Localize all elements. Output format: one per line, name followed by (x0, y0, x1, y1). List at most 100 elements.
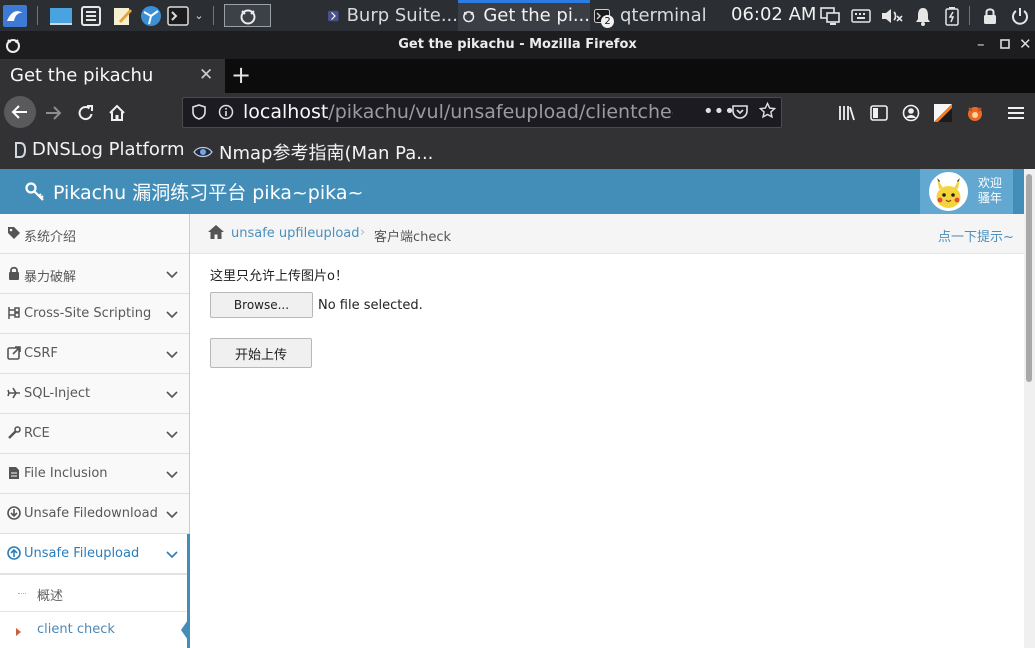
notification-bell-icon[interactable] (912, 4, 934, 27)
hint-link[interactable]: 点一下提示~ (938, 226, 1014, 245)
sidebar-item-label: Cross-Site Scripting (24, 306, 152, 321)
pikachu-avatar-icon (931, 174, 966, 209)
pocket-icon[interactable] (732, 104, 748, 123)
sidebar-subitem-client-check[interactable]: client check (0, 611, 190, 648)
sidebar-subitem-label: 概述 (37, 589, 64, 604)
lock-icon (7, 266, 21, 280)
upload-submit-button[interactable]: 开始上传 (210, 338, 312, 368)
nmap-eye-icon (193, 146, 213, 158)
scrollbar-thumb[interactable] (1026, 174, 1032, 382)
sidebar-item-intro[interactable]: 系统介绍 (0, 214, 189, 254)
minimize-icon[interactable]: – (977, 35, 985, 53)
new-tab-button[interactable]: + (231, 61, 251, 89)
wrench-icon (7, 426, 21, 440)
sidebar-item-file-inclusion[interactable]: File Inclusion (0, 454, 189, 494)
home-button[interactable] (104, 100, 130, 126)
site-brand[interactable]: Pikachu 漏洞练习平台 pika~pika~ (25, 178, 363, 205)
sidebar-item-rce[interactable]: RCE (0, 414, 189, 454)
tab-close-icon[interactable]: ✕ (199, 65, 213, 85)
extension-button-1[interactable] (930, 100, 956, 126)
breadcrumb-separator-icon: › (360, 225, 366, 240)
battery-icon[interactable] (942, 4, 962, 27)
caret-right-icon (16, 625, 22, 640)
bookmark-star-icon[interactable] (758, 101, 777, 123)
workspace-switcher-icon[interactable] (224, 4, 271, 27)
window-titlebar: Get the pikachu - Mozilla Firefox – ✕ (0, 31, 1035, 59)
sidebar-subitem-label: client check (37, 622, 115, 637)
file-status-text: No file selected. (318, 298, 423, 313)
task-label: qterminal (620, 5, 707, 26)
firefox-icon (463, 10, 475, 22)
web-page: Pikachu 漏洞练习平台 pika~pika~ 欢迎 骚年 系统介绍 暴力破… (0, 169, 1035, 648)
kali-menu-icon[interactable] (2, 4, 28, 27)
show-desktop-icon[interactable] (48, 4, 74, 27)
browser-icon[interactable] (138, 4, 164, 27)
navigation-bar: localhost/pikachu/vul/unsafeupload/clien… (0, 93, 1035, 132)
taskbar-task-burp[interactable]: Burp Suite... (324, 0, 458, 31)
user-greeting: 欢迎 骚年 (978, 176, 1002, 206)
extension-button-2[interactable] (962, 100, 988, 126)
reload-button[interactable] (73, 100, 99, 126)
network-icon[interactable] (818, 4, 842, 27)
user-menu[interactable]: 欢迎 骚年 (920, 169, 1013, 214)
site-header: Pikachu 漏洞练习平台 pika~pika~ 欢迎 骚年 (0, 169, 1024, 214)
sidebar-item-unsafe-fileupload[interactable]: Unsafe Fileupload (0, 534, 189, 574)
sidebar: 系统介绍 暴力破解 Cross-Site Scripting CSRF SQL-… (0, 214, 190, 648)
sidebar-item-csrf[interactable]: CSRF (0, 334, 189, 374)
url-bar[interactable]: localhost/pikachu/vul/unsafeupload/clien… (182, 97, 782, 128)
url-text[interactable]: localhost/pikachu/vul/unsafeupload/clien… (243, 101, 735, 123)
chevron-down-icon (166, 428, 178, 443)
upload-notice: 这里只允许上传图片o！ (210, 269, 348, 284)
back-button[interactable] (4, 96, 36, 128)
tracking-shield-icon[interactable] (192, 104, 206, 124)
bookmark-label: DNSLog Platform (32, 139, 185, 160)
power-icon[interactable] (1008, 4, 1032, 27)
share-icon (7, 346, 21, 360)
maximize-icon[interactable] (999, 36, 1011, 54)
sidebar-item-label: RCE (24, 426, 50, 441)
taskbar-task-firefox[interactable]: Get the pi... (458, 0, 590, 31)
window-title: Get the pikachu - Mozilla Firefox (398, 37, 637, 52)
plane-icon (7, 386, 21, 400)
brand-text: Pikachu 漏洞练习平台 pika~pika~ (53, 182, 364, 204)
sidebar-item-label: SQL-Inject (24, 386, 91, 401)
sidebar-toggle-button[interactable] (866, 100, 892, 126)
chevron-down-icon[interactable]: ⌄ (192, 4, 206, 27)
account-button[interactable] (898, 100, 924, 126)
tab-get-the-pikachu[interactable]: Get the pikachu ✕ (0, 59, 225, 93)
menu-button[interactable] (1003, 100, 1029, 126)
breadcrumb: unsafe upfileupload › 客户端check 点一下提示~ (190, 214, 1024, 254)
text-editor-icon[interactable] (110, 4, 134, 27)
bookmark-dnslog[interactable]: DNSLog Platform (14, 139, 185, 160)
home-icon[interactable] (207, 224, 225, 244)
forward-button[interactable] (40, 100, 66, 126)
file-icon (7, 466, 21, 480)
sidebar-item-xss[interactable]: Cross-Site Scripting (0, 294, 189, 334)
lock-screen-icon[interactable] (980, 4, 1000, 27)
qterminal-icon: 2 (594, 7, 614, 28)
bookmark-label: Nmap参考指南(Man Pa... (219, 143, 434, 164)
page-scrollbar[interactable] (1024, 169, 1035, 648)
bookmark-nmap[interactable]: Nmap参考指南(Man Pa... (193, 139, 433, 165)
close-window-icon[interactable]: ✕ (1019, 35, 1032, 53)
terminal-icon[interactable] (166, 4, 190, 27)
file-manager-icon[interactable] (79, 4, 103, 27)
site-info-icon[interactable] (218, 104, 234, 124)
dnslog-icon (15, 141, 26, 158)
sidebar-item-unsafe-filedownload[interactable]: Unsafe Filedownload (0, 494, 189, 534)
page-actions-icon[interactable]: ••• (703, 101, 735, 122)
sidebar-subitem-overview[interactable]: 概述 (0, 574, 189, 611)
library-button[interactable] (834, 100, 860, 126)
taskbar-task-qterminal[interactable]: 2 qterminal (592, 0, 712, 31)
chevron-down-icon (166, 348, 178, 363)
sidebar-icon (870, 105, 888, 121)
clock[interactable]: 06:02 AM (731, 4, 816, 25)
file-browse-button[interactable]: Browse... (210, 292, 313, 318)
keyboard-icon[interactable] (850, 4, 872, 27)
sidebar-item-sql-inject[interactable]: SQL-Inject (0, 374, 189, 414)
reload-icon (78, 105, 93, 121)
breadcrumb-link[interactable]: unsafe upfileupload (231, 226, 360, 241)
volume-muted-icon[interactable] (879, 4, 905, 27)
sidebar-item-brute-force[interactable]: 暴力破解 (0, 254, 189, 294)
tab-strip: Get the pikachu ✕ + (0, 59, 1035, 93)
